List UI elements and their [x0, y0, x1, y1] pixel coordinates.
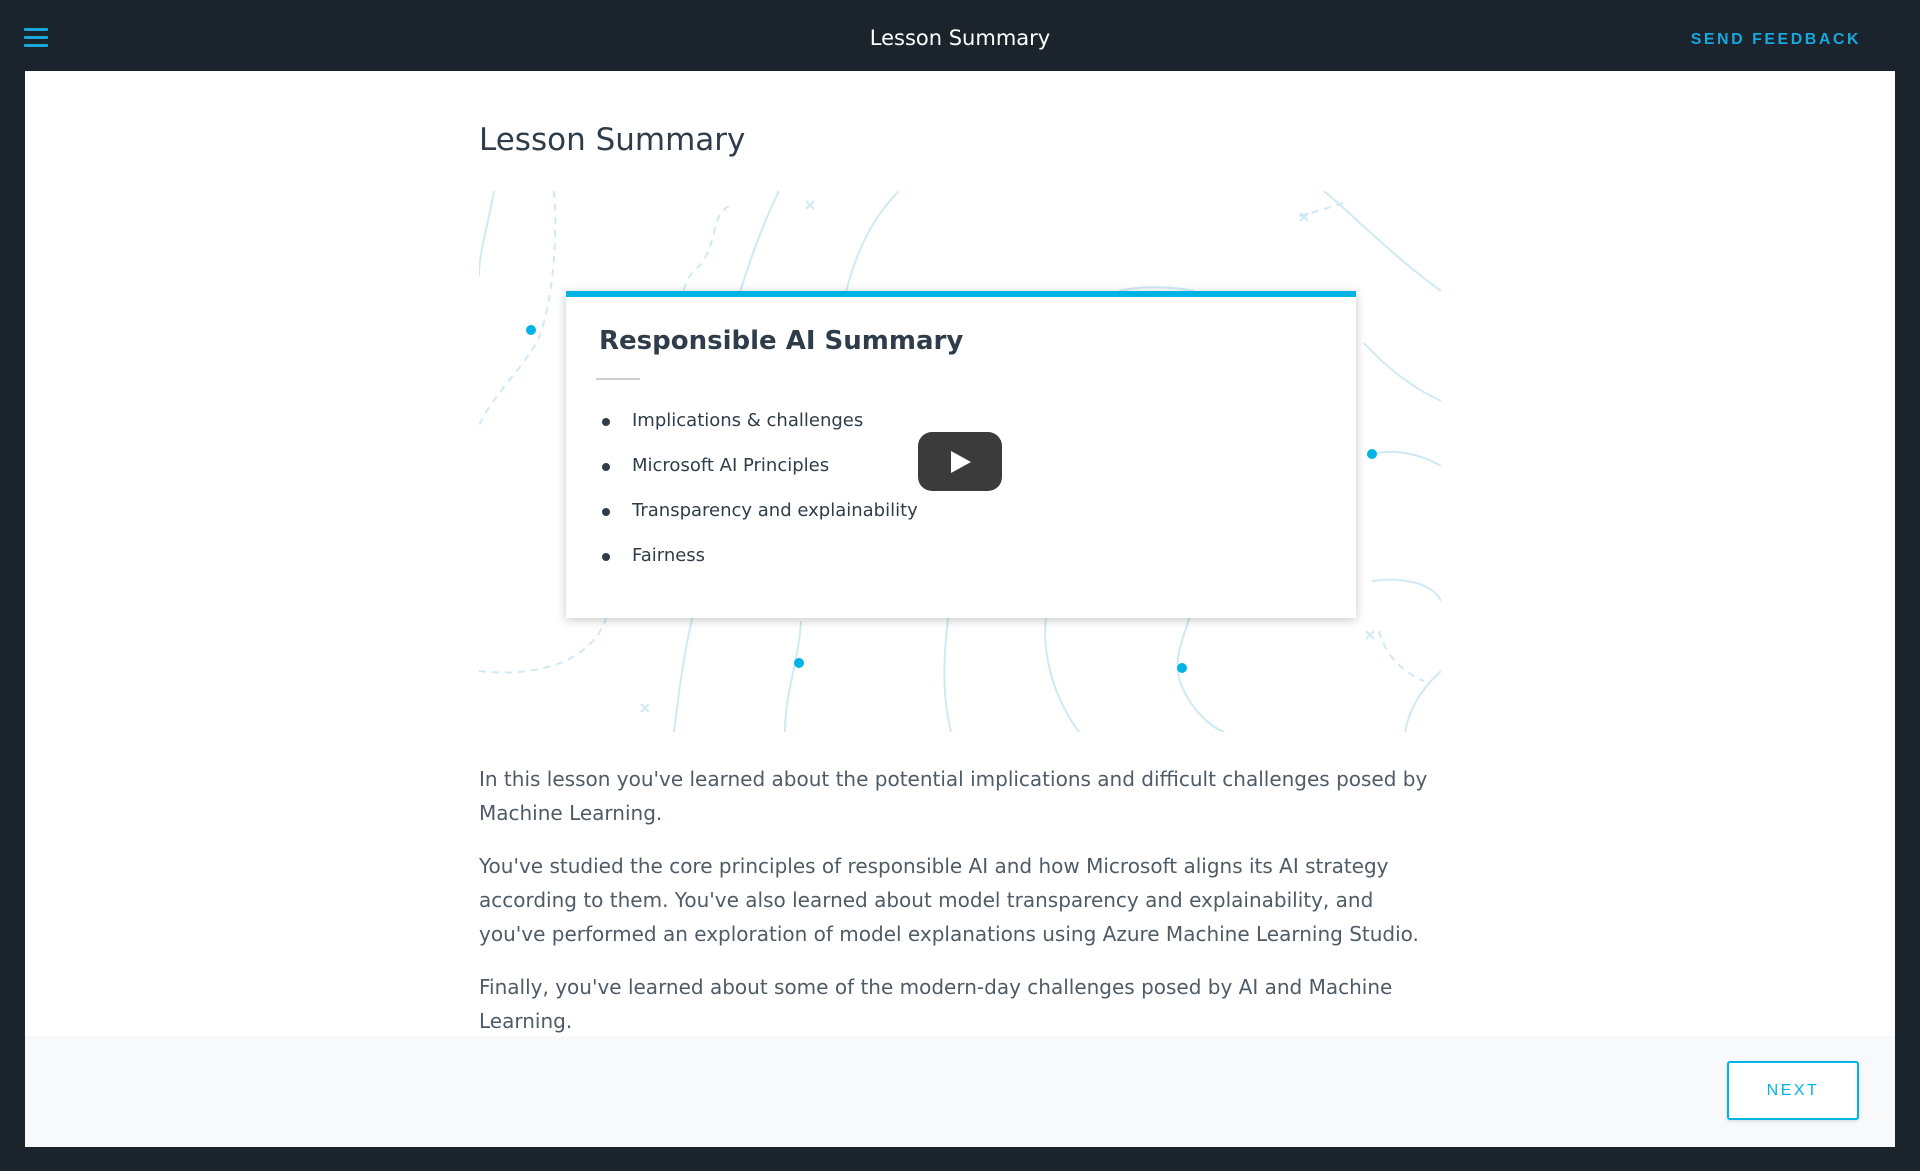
play-icon	[951, 451, 971, 473]
paragraph: In this lesson you've learned about the …	[479, 767, 1428, 825]
page-title: Lesson Summary	[479, 122, 746, 158]
bullet-icon	[602, 418, 610, 426]
list-item-label: Microsoft AI Principles	[632, 455, 830, 476]
top-bar: Lesson Summary SEND FEEDBACK	[0, 0, 1920, 71]
bullet-icon	[602, 508, 610, 516]
lesson-text: In this lesson you've learned about the …	[479, 762, 1441, 1057]
video-player[interactable]: Responsible AI Summary Implications & ch…	[479, 191, 1441, 732]
list-item: Transparency and explainability	[602, 499, 918, 544]
list-item: Implications & challenges	[602, 409, 918, 454]
list-item: Microsoft AI Principles	[602, 454, 918, 499]
paragraph: You've studied the core principles of re…	[479, 854, 1419, 946]
play-button[interactable]	[918, 432, 1002, 491]
list-item-label: Fairness	[632, 545, 706, 566]
send-feedback-link[interactable]: SEND FEEDBACK	[1691, 31, 1861, 49]
slide-bullet-list: Implications & challenges Microsoft AI P…	[602, 409, 918, 589]
bullet-icon	[602, 463, 610, 471]
bullet-icon	[602, 553, 610, 561]
slide-title: Responsible AI Summary	[599, 326, 964, 356]
footer-bar: NEXT	[25, 1036, 1895, 1147]
next-button[interactable]: NEXT	[1727, 1061, 1859, 1120]
list-item: Fairness	[602, 544, 918, 589]
paragraph: Finally, you've learned about some of th…	[479, 975, 1393, 1033]
list-item-label: Implications & challenges	[632, 410, 864, 431]
header-title: Lesson Summary	[869, 26, 1051, 50]
slide-divider	[596, 378, 640, 380]
list-item-label: Transparency and explainability	[632, 500, 918, 521]
main-panel: Lesson Summary Responsible AI Summary Im…	[25, 71, 1895, 1036]
